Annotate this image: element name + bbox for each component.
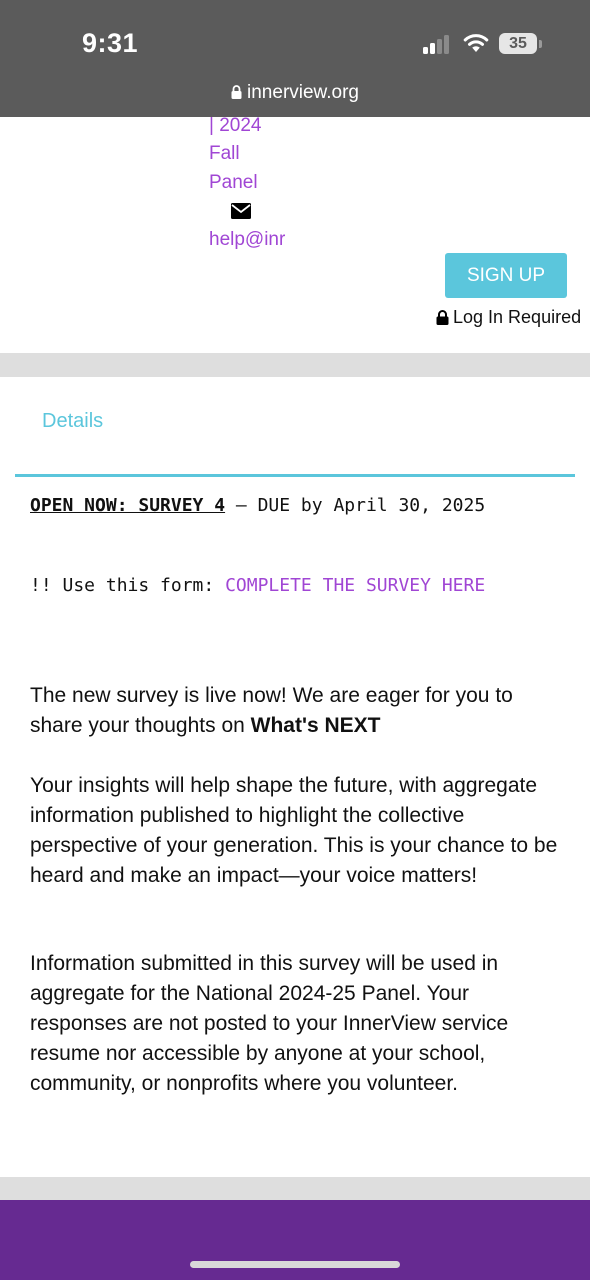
wifi-icon: [463, 34, 489, 52]
tab-details[interactable]: Details: [42, 410, 103, 433]
nav-link-panel[interactable]: Panel: [209, 172, 258, 194]
address-bar[interactable]: innerview.org: [0, 82, 590, 104]
login-required-note: Log In Required: [436, 307, 581, 328]
cellular-signal-icon: [423, 34, 453, 54]
intro-paragraph: The new survey is live now! We are eager…: [30, 681, 560, 741]
battery-icon: 35: [499, 33, 537, 54]
email-link[interactable]: help@inr: [209, 229, 285, 251]
complete-survey-link[interactable]: COMPLETE THE SURVEY HERE: [225, 575, 485, 596]
section-divider: [0, 353, 590, 377]
tab-underline: [15, 474, 575, 477]
form-instruction: !! Use this form: COMPLETE THE SURVEY HE…: [30, 575, 485, 596]
home-indicator[interactable]: [190, 1261, 400, 1268]
privacy-paragraph: Information submitted in this survey wil…: [30, 952, 509, 1095]
whats-next-emphasis: What's NEXT: [250, 714, 381, 737]
lock-icon: [436, 310, 449, 325]
status-time: 9:31: [82, 28, 139, 58]
survey-status-line: OPEN NOW: SURVEY 4 – DUE by April 30, 20…: [30, 495, 485, 516]
login-required-label: Log In Required: [453, 307, 582, 327]
lock-icon: [231, 85, 242, 99]
battery-tip: [539, 40, 542, 48]
envelope-icon[interactable]: [231, 203, 251, 219]
due-date-text: – DUE by April 30, 2025: [225, 495, 486, 516]
nav-link-year[interactable]: | 2024: [209, 115, 261, 137]
browser-chrome: 9:31 35 innerview.org: [0, 0, 590, 117]
survey-headline: OPEN NOW: SURVEY 4: [30, 495, 226, 516]
form-prefix: !! Use this form:: [30, 575, 226, 596]
nav-link-fall[interactable]: Fall: [209, 143, 240, 165]
footer-divider: [0, 1177, 590, 1201]
url-text: innerview.org: [247, 82, 359, 103]
insights-paragraph: Your insights will help shape the future…: [30, 774, 558, 887]
site-footer: [0, 1200, 590, 1280]
sign-up-button[interactable]: SIGN UP: [445, 253, 567, 298]
